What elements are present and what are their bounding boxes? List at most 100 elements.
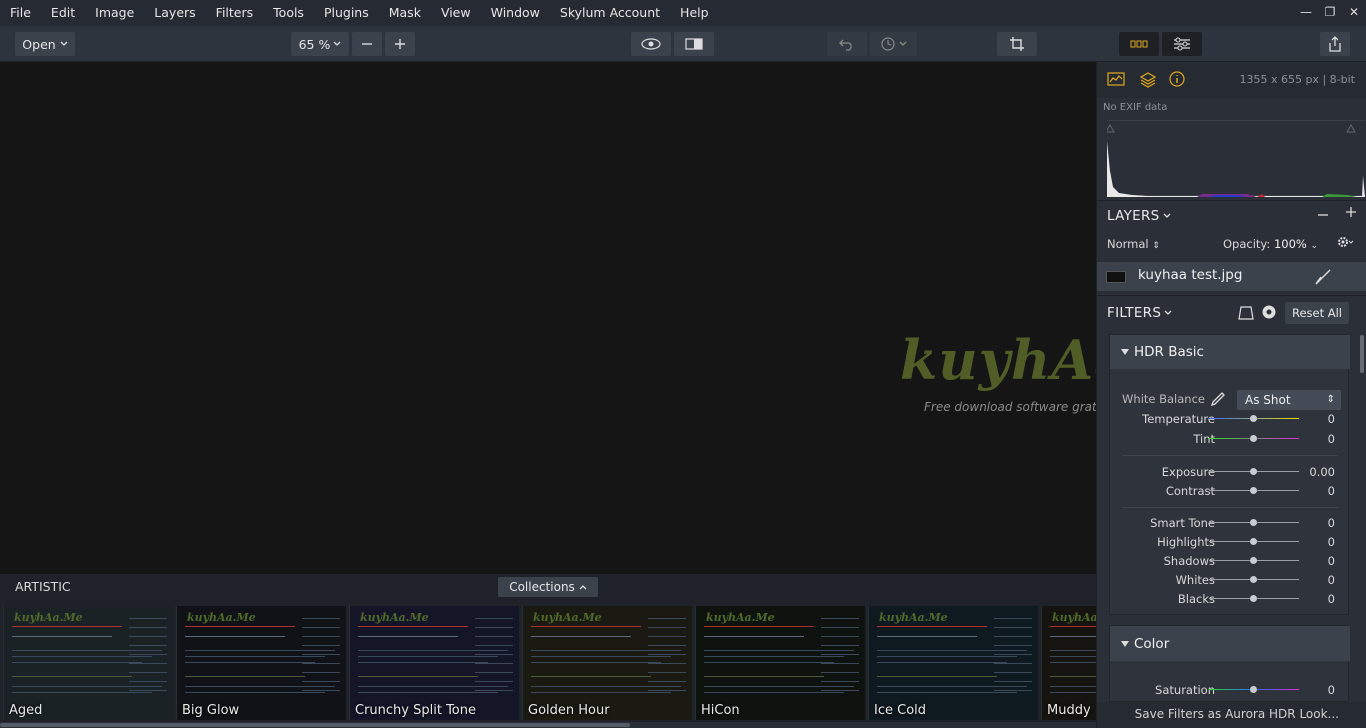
shadows-slider[interactable]: [1250, 557, 1257, 564]
aperture-icon[interactable]: [1262, 305, 1276, 319]
thumbnail-text-line: [704, 692, 844, 693]
menu-view[interactable]: View: [431, 0, 481, 26]
smart-tone-slider[interactable]: [1250, 519, 1257, 526]
brush-icon[interactable]: [1315, 269, 1331, 285]
zoom-in-button[interactable]: [385, 32, 415, 56]
thumbnail-text-line: [1050, 650, 1096, 651]
preset-label: Muddy: [1047, 703, 1091, 718]
thumbnail-text-line: [12, 636, 112, 637]
whites-slider[interactable]: [1250, 576, 1257, 583]
layers-icon[interactable]: [1139, 71, 1157, 89]
menu-layers[interactable]: Layers: [144, 0, 205, 26]
menu-file[interactable]: File: [0, 0, 41, 26]
undo-button[interactable]: [827, 32, 867, 56]
menu-help[interactable]: Help: [670, 0, 719, 26]
white-balance-label: White Balance: [1122, 392, 1205, 406]
history-button[interactable]: [870, 32, 917, 56]
collections-button[interactable]: Collections: [498, 577, 598, 597]
color-header[interactable]: Color: [1110, 626, 1350, 661]
thumbnail-text-line: [1050, 692, 1096, 693]
preview-toggle-button[interactable]: [631, 32, 671, 56]
plus-icon: [395, 39, 405, 49]
thumbnail-sidebar-line: [648, 672, 686, 673]
histogram-icon[interactable]: [1107, 71, 1125, 87]
crop-button[interactable]: [997, 32, 1037, 56]
close-button[interactable]: ✕: [1342, 0, 1366, 26]
preset-thumbnail[interactable]: kuyhAa.Me Muddy: [1041, 606, 1096, 720]
share-button[interactable]: [1320, 32, 1350, 56]
filters-scrollbar[interactable]: [1360, 335, 1364, 373]
compare-button[interactable]: [674, 32, 714, 56]
white-balance-select[interactable]: As Shot ⇕: [1237, 390, 1341, 410]
menu-window[interactable]: Window: [481, 0, 550, 26]
opacity-control[interactable]: Opacity: 100% ⌄: [1223, 237, 1318, 251]
thumbnail-sidebar-line: [129, 645, 167, 646]
thumbnail-sidebar-line: [129, 663, 167, 664]
filters-title[interactable]: FILTERS: [1107, 305, 1172, 321]
zoom-out-button[interactable]: [352, 32, 382, 56]
thumbnail-sidebar-line: [475, 663, 513, 664]
save-filters-button[interactable]: Save Filters as Aurora HDR Look...: [1135, 707, 1339, 721]
highlights-slider[interactable]: [1250, 538, 1257, 545]
menu-skylum-account[interactable]: Skylum Account: [550, 0, 670, 26]
contrast-slider[interactable]: [1250, 487, 1257, 494]
perspective-icon[interactable]: [1238, 306, 1254, 320]
remove-layer-icon[interactable]: [1317, 209, 1329, 221]
presets-scroll-thumb[interactable]: [0, 723, 630, 727]
preset-thumbnail[interactable]: kuyhAa.Me Ice Cold: [868, 606, 1038, 720]
thumbnail-text-line: [531, 686, 681, 687]
blacks-slider[interactable]: [1250, 595, 1257, 602]
minimize-button[interactable]: —: [1294, 0, 1318, 26]
preset-thumbnail[interactable]: kuyhAa.Me Aged: [3, 606, 173, 720]
thumbnail-sidebar-line: [475, 654, 513, 655]
temperature-slider[interactable]: [1250, 415, 1257, 422]
layers-title[interactable]: LAYERS: [1107, 208, 1171, 224]
exposure-slider[interactable]: [1250, 468, 1257, 475]
saturation-slider[interactable]: [1250, 686, 1257, 693]
info-icon[interactable]: [1169, 71, 1185, 87]
menu-mask[interactable]: Mask: [379, 0, 431, 26]
layer-settings-gear-icon[interactable]: [1337, 235, 1355, 249]
shadow-clip-icon[interactable]: [1105, 123, 1115, 133]
thumbnail-sidebar-line: [129, 681, 167, 682]
thumbnail-sidebar-line: [821, 672, 859, 673]
reset-all-button[interactable]: Reset All: [1285, 302, 1349, 324]
blend-mode-select[interactable]: Normal ⇕: [1107, 237, 1160, 251]
thumbnail-text-line: [1050, 626, 1096, 627]
preset-thumbnail[interactable]: kuyhAa.Me Golden Hour: [522, 606, 692, 720]
restore-button[interactable]: ❐: [1318, 0, 1342, 26]
undo-icon: [839, 39, 852, 51]
image-canvas[interactable]: [0, 62, 1096, 574]
add-layer-icon[interactable]: [1345, 206, 1357, 218]
adjustments-toggle-button[interactable]: [1162, 32, 1202, 56]
presets-toggle-button[interactable]: [1119, 32, 1159, 56]
tint-slider[interactable]: [1250, 435, 1257, 442]
preset-thumbnail-logo: kuyhAa.Me: [706, 611, 775, 624]
menu-image[interactable]: Image: [85, 0, 144, 26]
hdr-basic-header[interactable]: HDR Basic: [1110, 335, 1350, 369]
thumbnail-text-line: [531, 662, 661, 663]
open-button[interactable]: Open: [15, 32, 75, 56]
highlight-clip-icon[interactable]: [1346, 123, 1356, 133]
menu-plugins[interactable]: Plugins: [314, 0, 379, 26]
thumbnail-sidebar-line: [302, 627, 340, 628]
preset-thumbnail[interactable]: kuyhAa.Me Big Glow: [176, 606, 346, 720]
smart-tone-row: Smart Tone 0: [1150, 516, 1335, 530]
presets-scrollbar[interactable]: [0, 722, 1096, 728]
zoom-dropdown[interactable]: 65 %: [291, 32, 349, 56]
preset-thumbnail[interactable]: kuyhAa.Me Crunchy Split Tone: [349, 606, 519, 720]
thumbnail-text-line: [704, 656, 844, 657]
menu-filters[interactable]: Filters: [206, 0, 263, 26]
preset-thumbnail[interactable]: kuyhAa.Me HiCon: [695, 606, 865, 720]
thumbnail-text-line: [704, 662, 834, 663]
menu-tools[interactable]: Tools: [263, 0, 314, 26]
thumbnail-text-line: [877, 686, 1027, 687]
preset-label: Aged: [9, 703, 43, 718]
layer-item[interactable]: kuyhaa test.jpg: [1097, 262, 1366, 291]
thumbnail-sidebar-line: [648, 663, 686, 664]
image-dimensions: 1355 x 655 px | 8-bit: [1239, 73, 1356, 86]
eyedropper-icon[interactable]: [1209, 391, 1225, 407]
menu-edit[interactable]: Edit: [41, 0, 85, 26]
shadows-row: Shadows 0: [1163, 554, 1335, 568]
triangle-down-icon: [1121, 640, 1129, 647]
